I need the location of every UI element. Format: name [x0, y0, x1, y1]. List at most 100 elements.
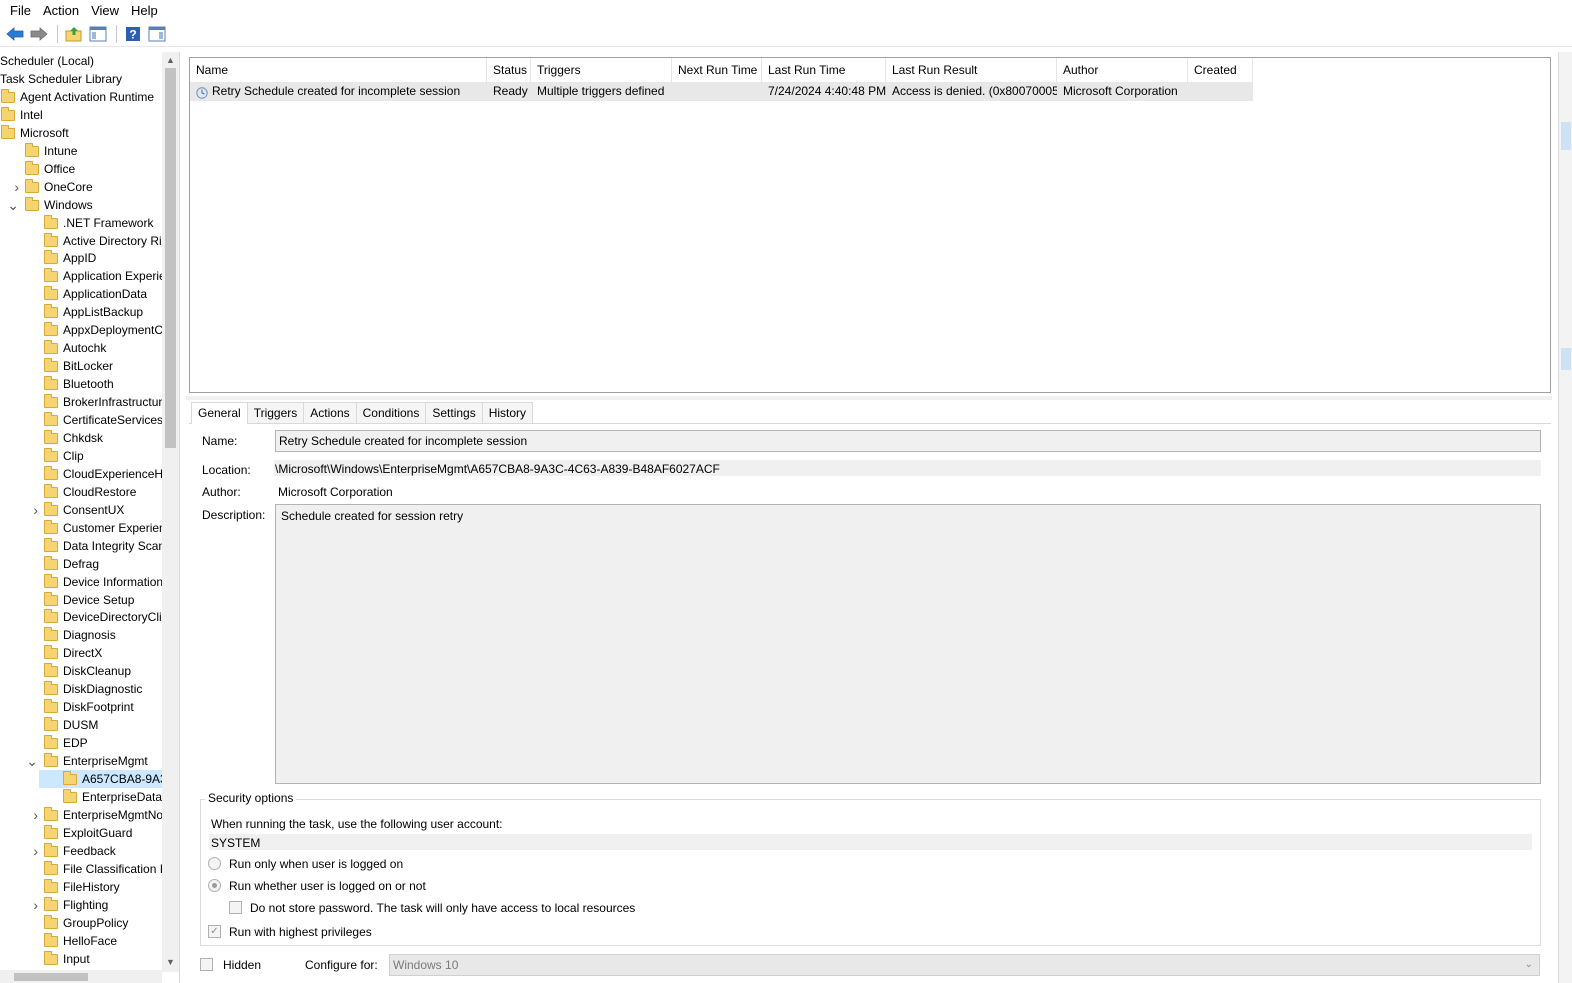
- description-field[interactable]: Schedule created for session retry: [275, 504, 1541, 784]
- tree-item[interactable]: A657CBA8-9A3C: [39, 770, 162, 788]
- expand-chevron-icon[interactable]: ›: [20, 842, 44, 860]
- tree-item[interactable]: Diagnosis: [20, 626, 116, 644]
- tree-item[interactable]: Data Integrity Scan: [20, 537, 162, 555]
- tree-item[interactable]: Device Setup: [20, 591, 134, 609]
- tree-item[interactable]: AppListBackup: [20, 303, 143, 321]
- tree-item[interactable]: Intel: [1, 106, 43, 124]
- radio-run-whether-logged-on-label[interactable]: Run whether user is logged on or not: [229, 879, 426, 893]
- tree-horizontal-scrollbar[interactable]: [0, 970, 162, 983]
- expand-chevron-icon[interactable]: ›: [20, 896, 44, 914]
- column-header-name[interactable]: Name: [190, 58, 487, 82]
- scroll-up-icon[interactable]: ▲: [162, 52, 179, 68]
- tree-item[interactable]: DeviceDirectoryClier: [20, 608, 162, 626]
- tree-item[interactable]: Chkdsk: [20, 429, 103, 447]
- expand-chevron-icon[interactable]: ›: [20, 501, 44, 519]
- tab-triggers[interactable]: Triggers: [246, 402, 305, 423]
- tree-item[interactable]: File Classification In: [20, 860, 162, 878]
- tree-item[interactable]: Input: [20, 950, 90, 968]
- tree-item[interactable]: DUSM: [20, 716, 98, 734]
- tree-item[interactable]: › EnterpriseMgmtNor: [20, 806, 162, 824]
- tree-item[interactable]: Clip: [20, 447, 84, 465]
- tree-item[interactable]: DiskCleanup: [20, 662, 131, 680]
- checkbox-do-not-store-password-label[interactable]: Do not store password. The task will onl…: [250, 901, 635, 915]
- tree-item[interactable]: Device Information: [20, 573, 162, 591]
- tree-item[interactable]: Application Experien: [20, 267, 162, 285]
- tree-item[interactable]: Agent Activation Runtime: [1, 88, 154, 106]
- configure-for-select[interactable]: Windows 10 ⌄: [389, 954, 1540, 976]
- location-value[interactable]: \Microsoft\Windows\EnterpriseMgmt\A657CB…: [274, 460, 1541, 476]
- radio-run-whether-logged-on[interactable]: [208, 879, 221, 892]
- show-hide-console-tree-icon[interactable]: [87, 23, 109, 45]
- tree-item[interactable]: BrokerInfrastructure: [20, 393, 162, 411]
- tree-item[interactable]: Customer Experienc: [20, 519, 162, 537]
- column-header-created[interactable]: Created: [1188, 58, 1253, 82]
- user-account-value[interactable]: SYSTEM: [209, 834, 1532, 850]
- tree-item[interactable]: ExploitGuard: [20, 824, 132, 842]
- tree-item[interactable]: Active Directory Rig: [20, 232, 162, 250]
- tree-item[interactable]: AppxDeploymentCl: [20, 321, 162, 339]
- tree-item[interactable]: Bluetooth: [20, 375, 114, 393]
- column-header-author[interactable]: Author: [1057, 58, 1188, 82]
- tree-item[interactable]: FileHistory: [20, 878, 120, 896]
- tree-item[interactable]: Task Scheduler Library: [0, 70, 122, 88]
- scrollbar-thumb[interactable]: [165, 68, 176, 448]
- expand-chevron-icon[interactable]: ›: [1, 178, 25, 196]
- tree-item[interactable]: › ConsentUX: [20, 501, 124, 519]
- tree-item[interactable]: .NET Framework: [20, 214, 153, 232]
- tree-item[interactable]: DiskDiagnostic: [20, 680, 142, 698]
- help-icon[interactable]: ?: [122, 23, 144, 45]
- tree-item[interactable]: › Flighting: [20, 896, 108, 914]
- menu-view[interactable]: View: [85, 0, 125, 21]
- tree-item[interactable]: Scheduler (Local): [0, 52, 94, 70]
- back-arrow-icon[interactable]: [4, 23, 26, 45]
- tab-conditions[interactable]: Conditions: [355, 402, 427, 423]
- show-hide-action-pane-icon[interactable]: [146, 23, 168, 45]
- radio-run-only-logged-on-label[interactable]: Run only when user is logged on: [229, 857, 403, 871]
- tree-item[interactable]: › Feedback: [20, 842, 116, 860]
- menu-action[interactable]: Action: [37, 0, 85, 21]
- tree-item[interactable]: EnterpriseDataPr: [39, 788, 162, 806]
- column-header-triggers[interactable]: Triggers: [531, 58, 672, 82]
- tree-item[interactable]: › OneCore: [1, 178, 93, 196]
- tree-item[interactable]: DirectX: [20, 644, 102, 662]
- tree-item[interactable]: CertificateServicesC: [20, 411, 162, 429]
- tree-item[interactable]: Defrag: [20, 555, 99, 573]
- scrollbar-thumb[interactable]: [14, 973, 88, 981]
- tree-item[interactable]: Intune: [1, 142, 77, 160]
- up-folder-icon[interactable]: [63, 23, 85, 45]
- table-row[interactable]: Retry Schedule created for incomplete se…: [190, 82, 1253, 101]
- column-header-status[interactable]: Status: [487, 58, 531, 82]
- column-header-next-run-time[interactable]: Next Run Time: [672, 58, 762, 82]
- tab-settings[interactable]: Settings: [425, 402, 483, 423]
- forward-arrow-icon[interactable]: [28, 23, 50, 45]
- tree-item[interactable]: DiskFootprint: [20, 698, 134, 716]
- checkbox-hidden[interactable]: [200, 958, 213, 971]
- column-header-last-run-time[interactable]: Last Run Time: [762, 58, 886, 82]
- tree-item[interactable]: CloudExperienceHo: [20, 465, 162, 483]
- tree-item[interactable]: AppID: [20, 249, 96, 267]
- author-value[interactable]: Microsoft Corporation: [278, 485, 393, 499]
- column-header-last-run-result[interactable]: Last Run Result: [886, 58, 1057, 82]
- collapse-chevron-icon[interactable]: ⌄: [20, 752, 44, 770]
- tree-item[interactable]: Office: [1, 160, 75, 178]
- tab-history[interactable]: History: [481, 402, 534, 423]
- tree-item[interactable]: Microsoft: [1, 124, 69, 142]
- tree-item[interactable]: Autochk: [20, 339, 106, 357]
- checkbox-highest-privileges[interactable]: ✓: [208, 925, 221, 938]
- tab-general[interactable]: General: [191, 402, 248, 424]
- collapse-chevron-icon[interactable]: ⌄: [1, 196, 25, 214]
- tree-vertical-scrollbar[interactable]: ▲ ▼: [162, 52, 179, 972]
- tree-item[interactable]: GroupPolicy: [20, 914, 128, 932]
- tab-actions[interactable]: Actions: [303, 402, 357, 423]
- radio-run-only-logged-on[interactable]: [208, 857, 221, 870]
- tree-item[interactable]: CloudRestore: [20, 483, 136, 501]
- checkbox-hidden-label[interactable]: Hidden: [223, 958, 261, 972]
- expand-chevron-icon[interactable]: ›: [20, 806, 44, 824]
- menu-file[interactable]: File: [4, 0, 37, 21]
- checkbox-highest-privileges-label[interactable]: Run with highest privileges: [229, 925, 372, 939]
- tree-item[interactable]: ⌄ Windows: [1, 196, 93, 214]
- tree-item[interactable]: BitLocker: [20, 357, 113, 375]
- tree-item[interactable]: ⌄ EnterpriseMgmt: [20, 752, 148, 770]
- name-field[interactable]: Retry Schedule created for incomplete se…: [275, 430, 1541, 452]
- menu-help[interactable]: Help: [125, 0, 164, 21]
